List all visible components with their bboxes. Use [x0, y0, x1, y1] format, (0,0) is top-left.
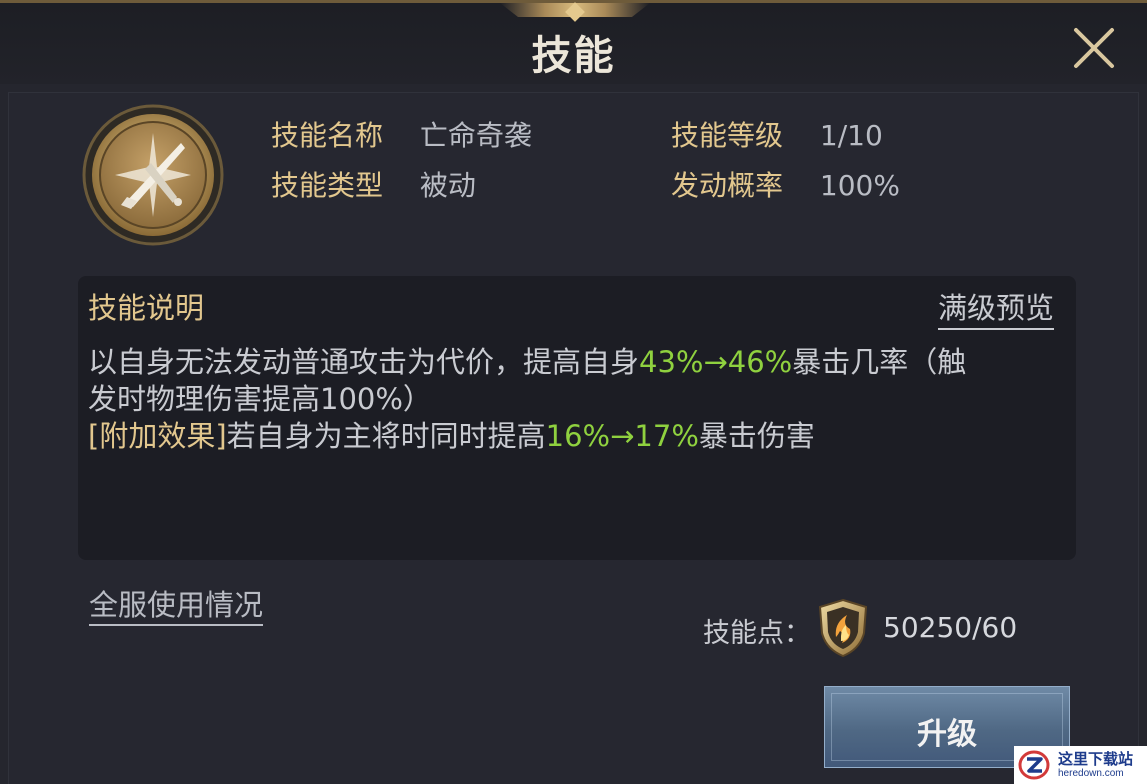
description-text: 以自身无法发动普通攻击为代价，提高自身 [88, 345, 640, 379]
page-title: 技能 [531, 33, 616, 79]
watermark-url: heredown.com [1058, 768, 1124, 779]
skill-type-value: 被动 [419, 169, 476, 202]
site-watermark: 这里下载站 heredown.com [1014, 746, 1147, 784]
crossed-swords-skill-icon [81, 103, 225, 247]
trigger-rate-value: 100% [819, 169, 900, 202]
skill-name-value: 亡命奇袭 [419, 119, 532, 152]
watermark-text: 这里下载站 [1058, 750, 1134, 768]
close-button[interactable] [1066, 20, 1122, 76]
close-icon [1074, 28, 1114, 68]
crit-damage-value: 16%→17% [545, 419, 699, 453]
description-text: 若自身为主将时同时提高 [226, 419, 546, 453]
title-bar: 技能 [0, 0, 1147, 84]
crit-rate-value: 43%→46% [639, 345, 793, 379]
skill-name-label: 技能名称 [271, 119, 384, 152]
trigger-rate-label: 发动概率 [671, 169, 784, 202]
description-text: 暴击几率（触 [792, 345, 967, 379]
description-title: 技能说明 [88, 291, 205, 325]
trigger-rate-row: 发动概率 100% [671, 164, 900, 204]
skill-point-shield-icon [814, 597, 872, 659]
skill-level-row: 技能等级 1/10 [671, 114, 883, 154]
skill-type-row: 技能类型 被动 [271, 164, 476, 204]
skill-name-row: 技能名称 亡命奇袭 [271, 114, 532, 154]
skill-level-label: 技能等级 [671, 119, 784, 152]
server-usage-link[interactable]: 全服使用情况 [89, 582, 264, 626]
description-text: 暴击伤害 [698, 419, 815, 453]
max-level-preview-link[interactable]: 满级预览 [938, 285, 1055, 330]
extra-effect-tag: [附加效果] [88, 419, 227, 453]
description-line-1: 以自身无法发动普通攻击为代价，提高自身43%→46%暴击几率（触 [88, 339, 966, 381]
description-text: 发时物理伤害提高100%） [88, 382, 432, 416]
description-line-2: 发时物理伤害提高100%） [88, 376, 432, 418]
description-line-3: [附加效果]若自身为主将时同时提高16%→17%暴击伤害 [88, 413, 815, 455]
watermark-logo-icon [1018, 750, 1050, 780]
skill-points-value: 50250/60 [883, 611, 1018, 644]
skill-points-label: 技能点： [703, 618, 811, 649]
skill-level-value: 1/10 [819, 119, 883, 152]
skill-type-label: 技能类型 [271, 169, 384, 202]
